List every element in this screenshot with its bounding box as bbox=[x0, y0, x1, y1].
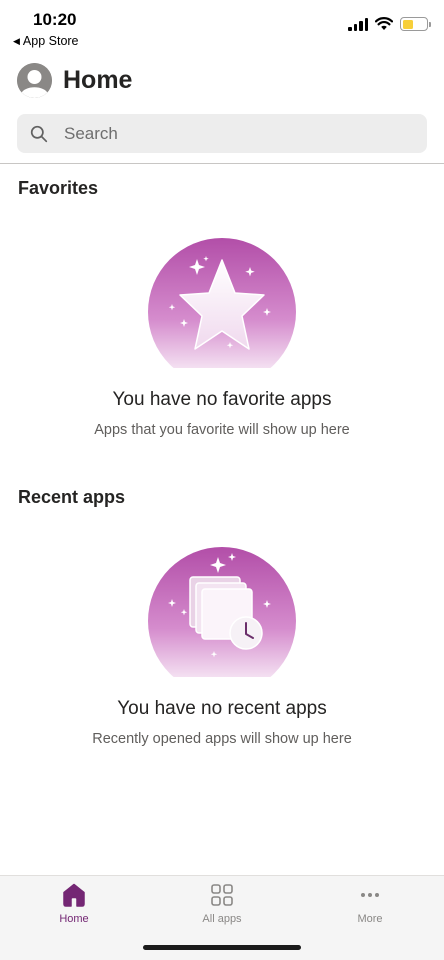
more-icon bbox=[361, 893, 379, 897]
tab-all-apps[interactable]: All apps bbox=[148, 876, 296, 936]
page-header: Home bbox=[17, 60, 427, 100]
recent-illustration bbox=[148, 547, 296, 677]
wifi-icon bbox=[375, 17, 393, 30]
back-link-label: App Store bbox=[22, 34, 79, 48]
favorites-empty-title: You have no favorite apps bbox=[112, 389, 332, 410]
back-arrow-icon: ◀ bbox=[13, 35, 20, 46]
search-bar[interactable] bbox=[17, 114, 427, 153]
cellular-signal-icon bbox=[348, 17, 368, 31]
favorites-section-title: Favorites bbox=[18, 178, 99, 198]
home-indicator[interactable] bbox=[143, 945, 301, 950]
recent-empty-subtitle: Recently opened apps will show up here bbox=[92, 731, 352, 747]
battery-level bbox=[402, 19, 413, 29]
tab-home-label: Home bbox=[59, 913, 89, 925]
favorites-illustration bbox=[148, 238, 296, 368]
page-title: Home bbox=[63, 65, 133, 94]
status-bar: 10:20 ◀ App Store bbox=[0, 0, 444, 52]
status-icons bbox=[348, 17, 431, 31]
person-icon bbox=[17, 62, 52, 98]
header-divider bbox=[0, 163, 444, 164]
recent-empty-title: You have no recent apps bbox=[117, 698, 327, 719]
tab-more-label: More bbox=[357, 913, 383, 925]
avatar[interactable] bbox=[17, 62, 52, 98]
search-input[interactable] bbox=[64, 123, 394, 144]
status-time: 10:20 bbox=[33, 10, 77, 29]
tab-more[interactable]: More bbox=[296, 876, 444, 936]
tab-all-apps-label: All apps bbox=[202, 913, 242, 925]
home-icon bbox=[63, 883, 85, 907]
battery-icon bbox=[400, 17, 431, 31]
tab-home[interactable]: Home bbox=[0, 876, 148, 936]
recent-section-title: Recent apps bbox=[18, 487, 126, 507]
back-to-app-store-link[interactable]: ◀ App Store bbox=[13, 34, 79, 48]
favorites-empty-subtitle: Apps that you favorite will show up here bbox=[94, 422, 350, 438]
grid-icon bbox=[211, 884, 233, 906]
search-icon bbox=[30, 125, 48, 142]
